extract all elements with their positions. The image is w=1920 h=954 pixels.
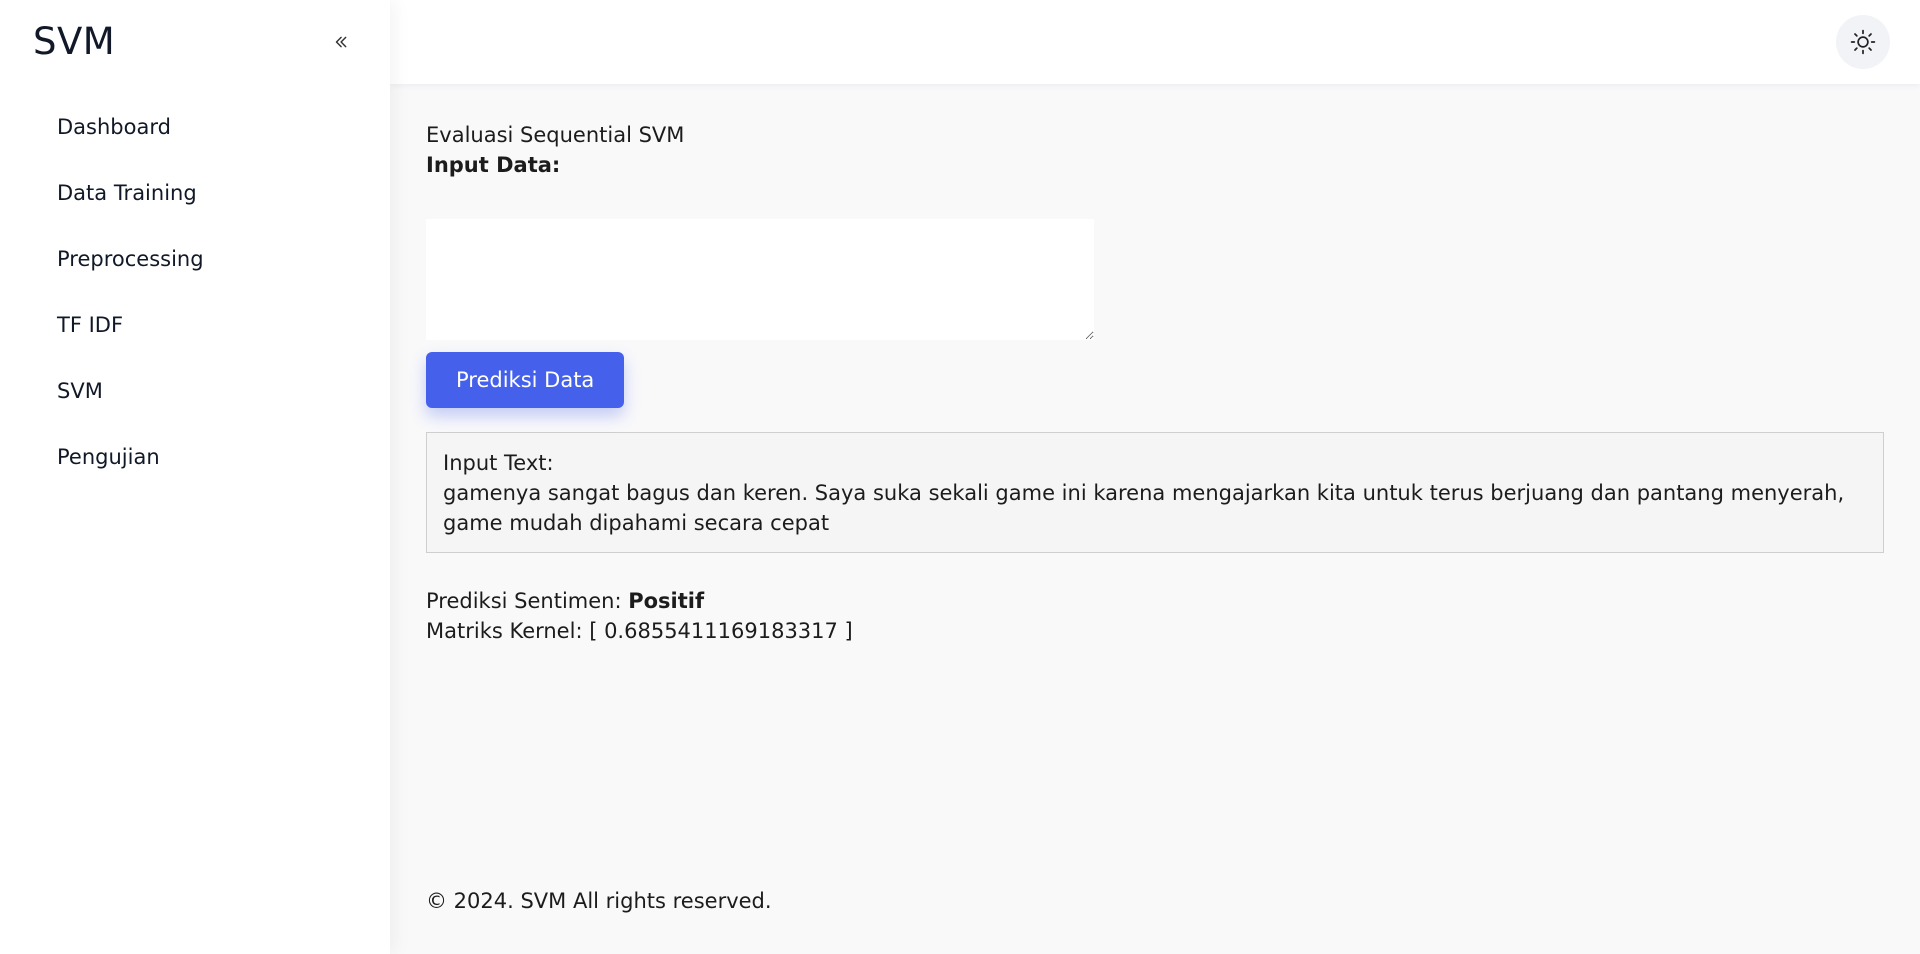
sidebar-item-data-training[interactable]: Data Training [57, 160, 204, 226]
sidebar-item-dashboard[interactable]: Dashboard [57, 94, 204, 160]
input-text-label: Input Text: [443, 451, 554, 475]
sidebar-item-preprocessing[interactable]: Preprocessing [57, 226, 204, 292]
input-data-label: Input Data: [426, 153, 561, 177]
prediction-section: Prediksi Sentimen: Positif Matriks Kerne… [426, 586, 1884, 646]
kernel-matrix: Matriks Kernel: [ 0.6855411169183317 ] [426, 616, 1884, 646]
footer-copyright: © 2024. SVM All rights reserved. [426, 889, 772, 913]
page-title: Evaluasi Sequential SVM [426, 123, 685, 147]
sidebar: SVM Dashboard Data Training Preprocessin… [0, 0, 390, 954]
brand-logo[interactable]: SVM [33, 20, 115, 63]
predict-data-button[interactable]: Prediksi Data [426, 352, 625, 408]
sentiment-value: Positif [628, 589, 705, 613]
kernel-value: [ 0.6855411169183317 ] [589, 619, 853, 643]
input-text-result-box: Input Text: gamenya sangat bagus dan ker… [426, 432, 1884, 553]
sidebar-item-pengujian[interactable]: Pengujian [57, 424, 204, 490]
top-bar [390, 0, 1920, 84]
input-data-textarea[interactable] [426, 219, 1094, 340]
sun-icon [1850, 29, 1876, 55]
collapse-sidebar-button[interactable] [326, 26, 358, 58]
sentiment-prediction: Prediksi Sentimen: Positif [426, 586, 1884, 616]
sidebar-item-svm[interactable]: SVM [57, 358, 204, 424]
input-text-value: gamenya sangat bagus dan keren. Saya suk… [443, 481, 1845, 535]
sentiment-label: Prediksi Sentimen: [426, 589, 629, 613]
theme-toggle-button[interactable] [1836, 15, 1890, 69]
main-content: Evaluasi Sequential SVM Input Data: Pred… [426, 120, 1884, 646]
sidebar-nav: Dashboard Data Training Preprocessing TF… [57, 94, 204, 490]
chevrons-left-icon [335, 36, 347, 48]
sidebar-item-tf-idf[interactable]: TF IDF [57, 292, 204, 358]
kernel-label: Matriks Kernel: [426, 619, 590, 643]
